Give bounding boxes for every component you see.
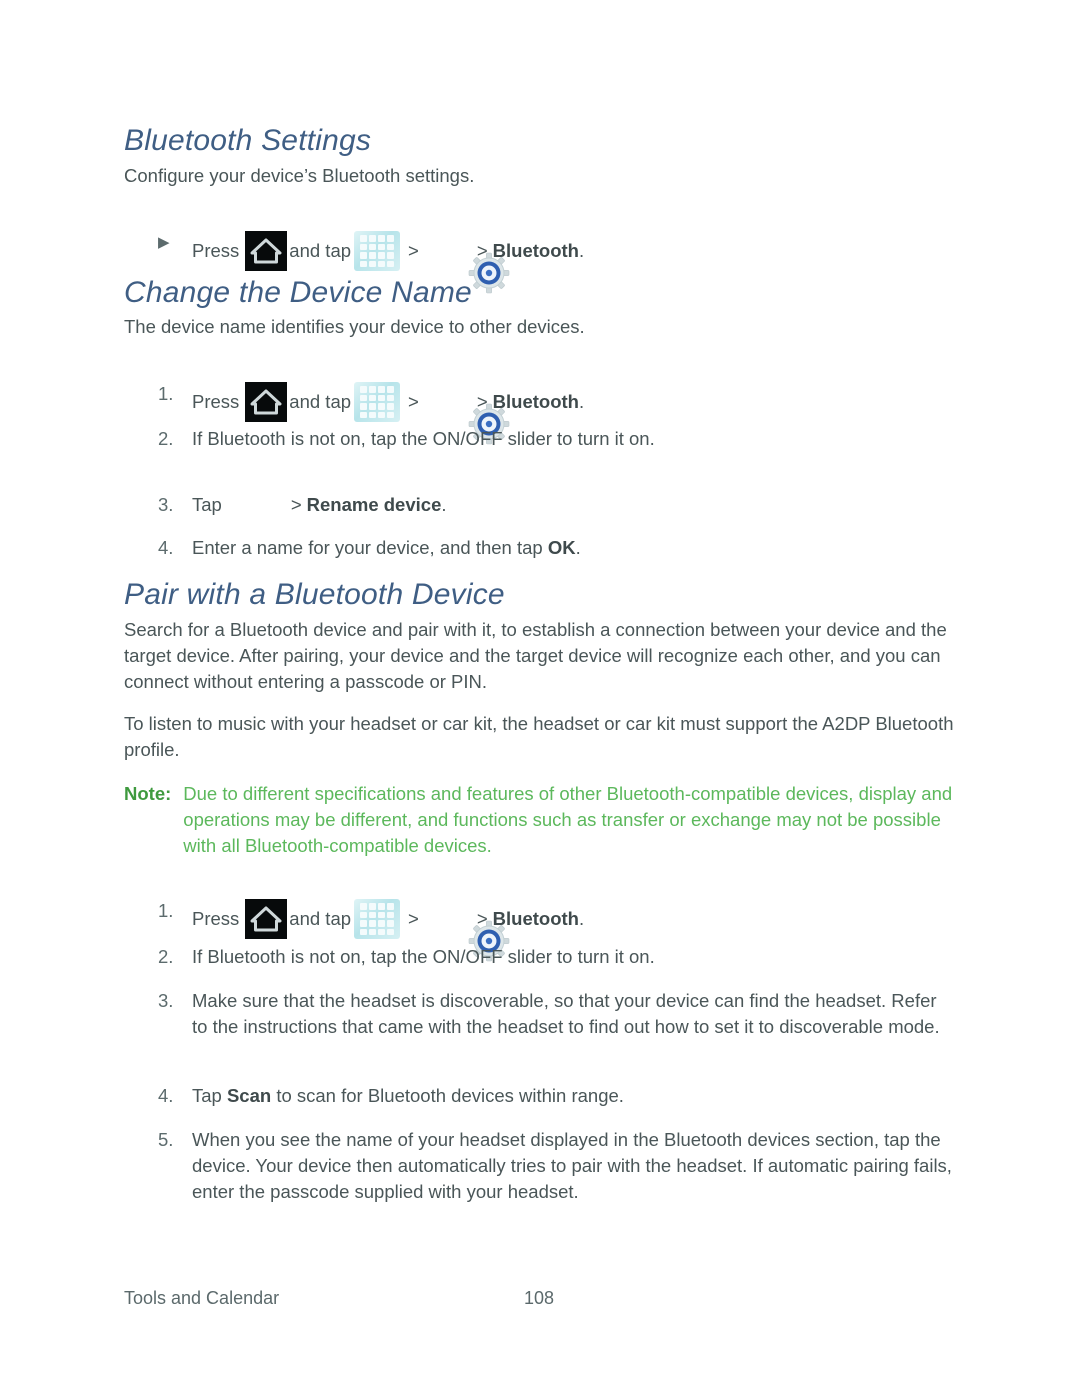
paragraph-search-and-pair: Search for a Bluetooth device and pair w… bbox=[124, 619, 947, 692]
paragraph-configure-intro: Configure your device’s Bluetooth settin… bbox=[124, 165, 475, 186]
and-tap-label: and tap bbox=[289, 240, 352, 261]
scan-button-label: Scan bbox=[226, 1085, 272, 1106]
apps-grid-icon bbox=[354, 899, 401, 939]
pair-step-5-select-headset: 5. When you see the name of your headset… bbox=[158, 1127, 958, 1205]
step-period: . bbox=[578, 908, 585, 929]
footer-chapter-label: Tools and Calendar bbox=[124, 1288, 280, 1308]
settings-gear-icon bbox=[426, 230, 510, 294]
apps-grid-cells bbox=[360, 235, 395, 267]
separator-chevron-1: > bbox=[408, 240, 419, 261]
step-marker: 1. bbox=[158, 383, 174, 404]
heading-pair-with-bluetooth-device: Pair with a Bluetooth Device bbox=[124, 578, 505, 611]
missing-menu-icon bbox=[226, 492, 282, 518]
step-body: When you see the name of your headset di… bbox=[192, 1129, 952, 1202]
apps-grid-icon bbox=[354, 382, 401, 422]
step-body: Enter a name for your device, and then t… bbox=[192, 535, 958, 561]
step-body: Press and tap > > Bluetooth . bbox=[192, 898, 958, 962]
step-marker: 2. bbox=[158, 428, 174, 449]
settings-gear-icon bbox=[426, 381, 510, 445]
step-text-post: . bbox=[575, 537, 581, 558]
numbered-step-3-rename-device: 3. Tap > Rename device . bbox=[158, 492, 958, 518]
numbered-step-4-enter-name: 4. Enter a name for your device, and the… bbox=[158, 535, 958, 561]
home-icon bbox=[245, 231, 288, 271]
ok-button-label: OK bbox=[547, 537, 576, 558]
bullet-marker-triangle: ▶ bbox=[158, 234, 170, 251]
pair-step-4-tap-scan: 4. Tap Scan to scan for Bluetooth device… bbox=[158, 1083, 958, 1109]
and-tap-label: and tap bbox=[289, 391, 352, 412]
tap-label: Tap bbox=[192, 494, 222, 515]
heading-change-device-name: Change the Device Name bbox=[124, 276, 472, 309]
bullet-step-body: Press and tap > > Bluetooth . bbox=[192, 230, 958, 294]
separator-chevron-1: > bbox=[408, 908, 419, 929]
press-label: Press bbox=[192, 908, 240, 929]
separator-chevron: > bbox=[290, 494, 302, 515]
step-marker: 5. bbox=[158, 1129, 174, 1150]
step-text-post: to scan for Bluetooth devices within ran… bbox=[271, 1085, 624, 1106]
pair-step-1-press-bluetooth: 1. Press and tap > > Bluetooth . bbox=[158, 898, 958, 962]
step-marker: 3. bbox=[158, 494, 174, 515]
note-body: Due to different specifications and feat… bbox=[183, 783, 953, 856]
step-period: . bbox=[578, 240, 585, 261]
step-body: Press and tap > > Bluetooth . bbox=[192, 381, 958, 445]
step-marker: 2. bbox=[158, 946, 174, 967]
heading-bluetooth-settings: Bluetooth Settings bbox=[124, 124, 372, 157]
and-tap-label: and tap bbox=[289, 908, 352, 929]
press-label: Press bbox=[192, 240, 240, 261]
apps-grid-cells bbox=[360, 386, 395, 418]
press-label: Press bbox=[192, 391, 240, 412]
paragraph-a2dp-profile: To listen to music with your headset or … bbox=[124, 713, 954, 760]
numbered-step-1-press-bluetooth: 1. Press and tap > > Bluetooth . bbox=[158, 381, 958, 445]
step-body: If Bluetooth is not on, tap the ON/OFF s… bbox=[192, 946, 655, 967]
step-period: . bbox=[441, 494, 447, 515]
paragraph-device-name-intro: The device name identifies your device t… bbox=[124, 316, 585, 337]
step-text-pre: Tap bbox=[192, 1085, 227, 1106]
step-marker: 3. bbox=[158, 990, 174, 1011]
document-page: Bluetooth Settings Configure your device… bbox=[0, 0, 1080, 1397]
pair-step-3-discoverable: 3. Make sure that the headset is discove… bbox=[158, 988, 948, 1040]
step-text-pre: Enter a name for your device, and then t… bbox=[192, 537, 548, 558]
step-body: Make sure that the headset is discoverab… bbox=[192, 990, 940, 1037]
apps-grid-icon bbox=[354, 231, 401, 271]
numbered-step-2-onoff-slider: 2. If Bluetooth is not on, tap the ON/OF… bbox=[158, 426, 958, 452]
step-body: Tap > Rename device . bbox=[192, 492, 958, 518]
apps-grid-cells bbox=[360, 903, 395, 935]
pair-step-2-onoff-slider: 2. If Bluetooth is not on, tap the ON/OF… bbox=[158, 944, 958, 970]
bullet-step-press-bluetooth: ▶ Press and tap > > Bluetooth . bbox=[158, 230, 958, 294]
step-marker: 1. bbox=[158, 900, 174, 921]
target-rename-device-label: Rename device bbox=[306, 494, 442, 515]
note-label: Note: bbox=[124, 783, 172, 804]
settings-gear-icon bbox=[426, 898, 510, 962]
home-icon bbox=[245, 899, 288, 939]
home-icon bbox=[245, 382, 288, 422]
separator-chevron-1: > bbox=[408, 391, 419, 412]
step-marker: 4. bbox=[158, 537, 174, 558]
step-marker: 4. bbox=[158, 1085, 174, 1106]
step-period: . bbox=[578, 391, 585, 412]
footer-page-number: 108 bbox=[524, 1288, 555, 1308]
step-body: Tap Scan to scan for Bluetooth devices w… bbox=[192, 1083, 958, 1109]
step-body: If Bluetooth is not on, tap the ON/OFF s… bbox=[192, 428, 655, 449]
note-callout: Note: Due to different specifications an… bbox=[124, 781, 964, 859]
